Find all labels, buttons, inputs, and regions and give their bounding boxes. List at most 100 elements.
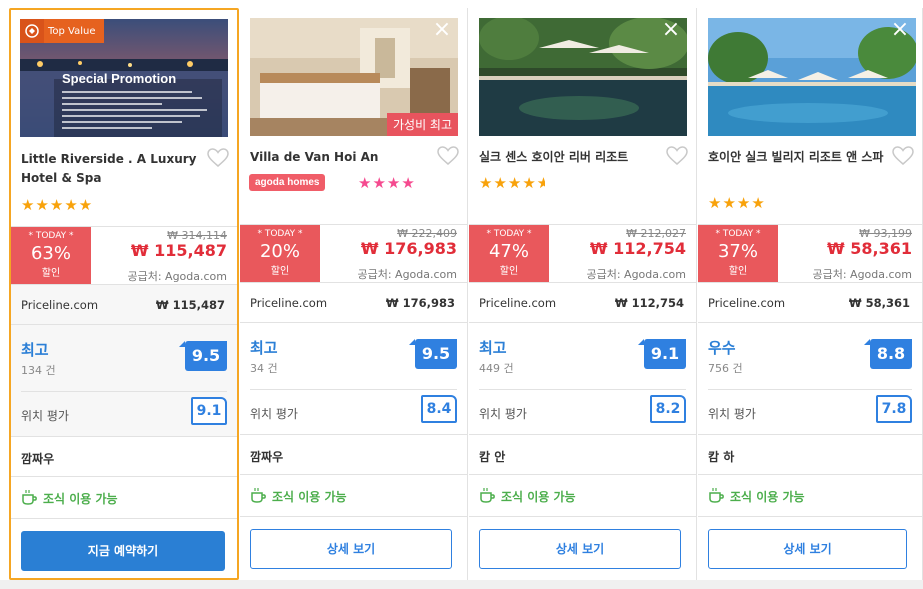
review-score: 9.5 (409, 339, 457, 369)
heart-icon[interactable] (437, 146, 459, 166)
review-count: 134 건 (21, 364, 56, 377)
page-footer-strip (0, 580, 923, 589)
star-rating: ★★★★★ (21, 196, 94, 214)
rating-word: 최고 (479, 339, 507, 357)
close-icon[interactable]: × (432, 19, 452, 41)
heart-icon[interactable] (207, 148, 229, 168)
price-row[interactable]: * TODAY * 63% 할인 ₩ 314,114 ₩ 115,487 공급처… (11, 226, 237, 285)
current-price[interactable]: ₩ 112,754 (590, 239, 686, 258)
discount-word: 할인 (499, 266, 519, 277)
price-row[interactable]: * TODAY * 47% 할인 ₩ 212,027 ₩ 112,754 공급처… (469, 224, 696, 283)
alt-provider-row[interactable]: Priceline.com ₩ 58,361 (698, 282, 922, 323)
view-details-button[interactable]: 상세 보기 (479, 529, 681, 569)
value-tag: 가성비 최고 (386, 113, 458, 136)
alt-provider-row[interactable]: Priceline.com ₩ 176,983 (240, 282, 467, 323)
supplier: 공급처: Agoda.com (357, 268, 457, 281)
rating-word: 우수 (708, 339, 736, 357)
alt-provider-row[interactable]: Priceline.com ₩ 115,487 (11, 284, 237, 325)
alt-provider-row[interactable]: Priceline.com ₩ 112,754 (469, 282, 696, 323)
promo-fine-print (62, 91, 212, 133)
half-star-icon: ★ (536, 174, 545, 192)
discount-percent: 47% (488, 241, 529, 262)
alt-provider-name: Priceline.com (708, 296, 786, 310)
hotel-card-silk-sense[interactable]: × 실크 센스 호이안 리버 리조트 ★★★★★ * TODAY * 47% 할… (469, 8, 697, 580)
review-score-block[interactable]: 최고 134 건 9.5 위치 평가 9.1 (11, 324, 237, 437)
alt-provider-price: ₩ 58,361 (848, 296, 910, 310)
alt-provider-name: Priceline.com (21, 298, 99, 312)
area-name: 캄 안 (479, 450, 506, 464)
heart-icon[interactable] (892, 146, 914, 166)
promo-title: Special Promotion (62, 71, 177, 86)
close-icon[interactable]: × (890, 19, 910, 41)
button-row: 상세 보기 (469, 516, 696, 581)
hotel-photo[interactable]: × 가성비 최고 (250, 18, 458, 136)
discount-badge: * TODAY * 37% 할인 (698, 225, 778, 283)
divider (708, 389, 912, 390)
discount-word: 할인 (41, 268, 61, 279)
hotel-name[interactable]: Villa de Van Hoi An (250, 148, 430, 167)
divider (250, 389, 457, 390)
location-label: 위치 평가 (708, 407, 756, 421)
price-row[interactable]: * TODAY * 20% 할인 ₩ 222,409 ₩ 176,983 공급처… (240, 224, 467, 283)
review-count: 756 건 (708, 362, 743, 375)
hotel-card-little-riverside[interactable]: Top Value Special Promotion Little River… (9, 8, 239, 580)
hotel-photo[interactable]: × (708, 18, 916, 136)
coffee-cup-icon (21, 489, 39, 509)
book-now-button[interactable]: 지금 예약하기 (21, 531, 225, 571)
hotel-photo[interactable]: Top Value Special Promotion (20, 19, 228, 137)
area-name: 캄 하 (708, 450, 735, 464)
breakfast-label: 조식 이용 가능 (501, 490, 576, 504)
coffee-cup-icon (250, 487, 268, 507)
hotel-name[interactable]: 실크 센스 호이안 리버 리조트 (479, 148, 659, 167)
button-row: 지금 예약하기 (11, 518, 237, 583)
heart-icon[interactable] (666, 146, 688, 166)
star-rating: ★★★★★ (479, 174, 545, 192)
alt-provider-name: Priceline.com (479, 296, 557, 310)
star-rating: ★★★★ (358, 174, 416, 192)
current-price[interactable]: ₩ 176,983 (361, 239, 457, 258)
close-icon[interactable]: × (661, 19, 681, 41)
divider (479, 389, 686, 390)
hotel-photo[interactable]: × (479, 18, 687, 136)
hotel-name[interactable]: 호이안 실크 빌리지 리조트 앤 스파 (708, 148, 888, 167)
location-score: 8.2 (650, 395, 686, 423)
review-count: 449 건 (479, 362, 514, 375)
breakfast-row: 조식 이용 가능 (698, 474, 922, 517)
hotel-comparison-grid: Top Value Special Promotion Little River… (0, 0, 923, 580)
today-label: * TODAY * (257, 229, 303, 239)
current-price[interactable]: ₩ 58,361 (827, 239, 912, 258)
breakfast-row: 조식 이용 가능 (469, 474, 696, 517)
supplier: 공급처: Agoda.com (812, 268, 912, 281)
hotel-card-villa-de-van[interactable]: × 가성비 최고 Villa de Van Hoi An agoda homes… (240, 8, 468, 580)
area-row: 캄 안 (469, 434, 696, 475)
view-details-button[interactable]: 상세 보기 (250, 529, 452, 569)
view-details-button[interactable]: 상세 보기 (708, 529, 907, 569)
location-label: 위치 평가 (21, 409, 69, 423)
current-price[interactable]: ₩ 115,487 (131, 241, 227, 260)
review-count: 34 건 (250, 362, 278, 375)
rating-word: 최고 (250, 339, 278, 357)
breakfast-label: 조식 이용 가능 (272, 490, 347, 504)
rating-word: 최고 (21, 341, 49, 359)
top-value-icon (20, 19, 44, 43)
divider (21, 391, 227, 392)
review-score-block[interactable]: 최고 34 건 9.5 위치 평가 8.4 (240, 322, 467, 435)
discount-percent: 63% (30, 243, 71, 264)
price-row[interactable]: * TODAY * 37% 할인 ₩ 93,199 ₩ 58,361 공급처: … (698, 224, 922, 283)
review-score-block[interactable]: 최고 449 건 9.1 위치 평가 8.2 (469, 322, 696, 435)
alt-provider-price: ₩ 176,983 (385, 296, 455, 310)
star-rating-full: ★★★★ (479, 174, 537, 192)
breakfast-label: 조식 이용 가능 (730, 490, 805, 504)
supplier: 공급처: Agoda.com (127, 270, 227, 283)
discount-percent: 20% (259, 241, 300, 262)
hotel-name[interactable]: Little Riverside . A Luxury Hotel & Spa (21, 150, 201, 188)
top-value-badge: Top Value (20, 19, 104, 43)
breakfast-row: 조식 이용 가능 (240, 474, 467, 517)
breakfast-label: 조식 이용 가능 (43, 492, 118, 506)
review-score-block[interactable]: 우수 756 건 8.8 위치 평가 7.8 (698, 322, 922, 435)
hotel-card-silk-village[interactable]: × 호이안 실크 빌리지 리조트 앤 스파 ★★★★ * TODAY * 37%… (698, 8, 923, 580)
discount-word: 할인 (270, 266, 290, 277)
area-row: 깜짜우 (240, 434, 467, 475)
area-name: 깜짜우 (21, 452, 55, 466)
location-score: 8.4 (421, 395, 457, 423)
